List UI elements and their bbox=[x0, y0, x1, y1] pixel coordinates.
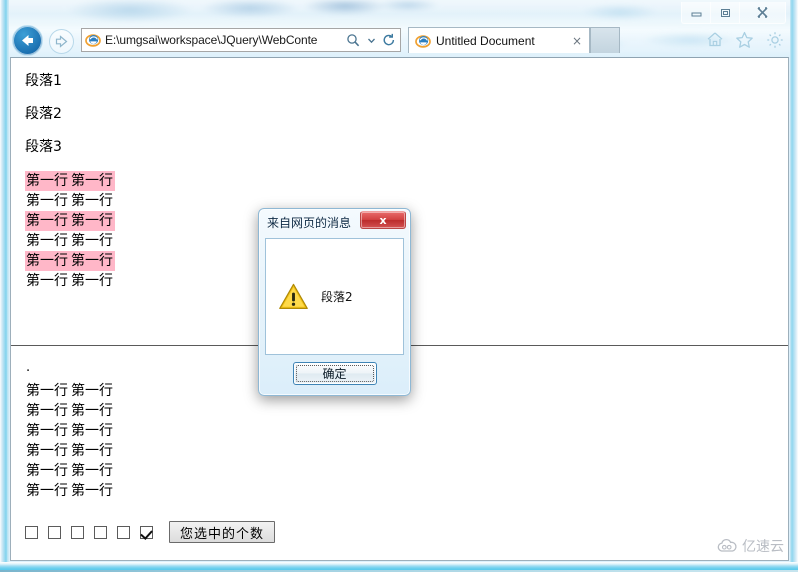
stray-dot: . bbox=[26, 360, 31, 375]
watermark-text: 亿速云 bbox=[742, 539, 784, 555]
table-cell: 第一行 bbox=[26, 463, 68, 479]
table-cell: 第一行 bbox=[71, 403, 113, 419]
table-row[interactable]: 第一行 第一行 bbox=[25, 211, 115, 231]
table-lower-body: 第一行 第一行 第一行 第一行 第一行 第一行 第一行 第一行 第一行 第一行 第一行 第一行 bbox=[25, 381, 115, 501]
refresh-icon[interactable] bbox=[380, 30, 398, 50]
table-cell: 第一行 bbox=[71, 443, 113, 459]
paragraph-1[interactable]: 段落1 bbox=[11, 73, 62, 89]
window-frame-right bbox=[790, 0, 798, 572]
table-row[interactable]: 第一行 第一行 bbox=[25, 171, 115, 191]
watermark: 亿速云 bbox=[716, 536, 784, 556]
table-cell: 第一行 bbox=[26, 193, 68, 209]
count-selected-button[interactable]: 您选中的个数 bbox=[169, 521, 276, 543]
paragraph-3[interactable]: 段落3 bbox=[11, 139, 62, 155]
table-cell: 第一行 bbox=[26, 383, 68, 399]
page-viewport: 段落1 段落2 段落3 第一行 第一行 第一行 第一行 第一行 第一行 第一行 第一行 第一行第… bbox=[10, 57, 789, 561]
table-cell: 第一行 bbox=[71, 193, 113, 209]
dialog-footer: 确定 bbox=[265, 357, 404, 390]
checkbox-3[interactable] bbox=[71, 525, 84, 539]
table-cell: 第一行 bbox=[25, 251, 70, 271]
table-row[interactable]: 第一行 第一行 bbox=[25, 251, 115, 271]
checkbox-4[interactable] bbox=[94, 525, 107, 539]
dialog-close-button[interactable]: x bbox=[360, 211, 406, 229]
close-icon bbox=[757, 7, 768, 18]
address-input[interactable]: E:\umgsai\workspace\JQuery\WebConte bbox=[105, 33, 344, 47]
window-caption-buttons bbox=[681, 2, 786, 24]
table-cell: 第一行 bbox=[71, 483, 113, 499]
tab-untitled-document[interactable]: Untitled Document × bbox=[408, 27, 590, 53]
close-button[interactable] bbox=[740, 2, 785, 23]
arrow-left-icon bbox=[22, 35, 33, 46]
table-cell: 第一行 bbox=[25, 211, 70, 231]
table-cell: 第一行 bbox=[26, 273, 68, 289]
table-cell: 第一行 bbox=[70, 211, 115, 231]
table-cell: 第一行 bbox=[26, 403, 68, 419]
dialog-title: 来自网页的消息 bbox=[267, 215, 352, 230]
table-row[interactable]: 第一行 第一行 bbox=[25, 441, 115, 461]
address-bar[interactable]: E:\umgsai\workspace\JQuery\WebConte bbox=[81, 28, 401, 52]
table-row[interactable]: 第一行 第一行 bbox=[25, 461, 115, 481]
table-lower: 第一行 第一行 第一行 第一行 第一行 第一行 第一行 第一行 第一行 第一行 第一行 第一行 bbox=[25, 381, 115, 501]
paragraph-2[interactable]: 段落2 bbox=[11, 106, 62, 122]
checkbox-5[interactable] bbox=[117, 525, 130, 539]
table-cell: 第一行 bbox=[26, 423, 68, 439]
dialog-titlebar: 来自网页的消息 x bbox=[259, 209, 410, 235]
restore-icon bbox=[720, 8, 730, 17]
chevron-down-icon[interactable] bbox=[362, 30, 380, 50]
minimize-icon bbox=[691, 12, 701, 17]
table-row[interactable]: 第一行 第一行 bbox=[25, 271, 115, 291]
table-row[interactable]: 第一行 第一行 bbox=[25, 381, 115, 401]
dialog-message: 段落2 bbox=[321, 290, 353, 304]
arrow-right-icon bbox=[55, 35, 68, 48]
dialog-ok-button[interactable]: 确定 bbox=[292, 362, 377, 385]
browser-toolbar: E:\umgsai\workspace\JQuery\WebConte Unti… bbox=[9, 25, 790, 56]
table-row[interactable]: 第一行 第一行 bbox=[25, 421, 115, 441]
table-row[interactable]: 第一行 第一行 bbox=[25, 191, 115, 211]
dialog-body: 段落2 bbox=[265, 238, 404, 355]
cloud-logo-icon bbox=[717, 538, 737, 552]
table-cell: 第一行 bbox=[71, 273, 113, 289]
table-row[interactable]: 第一行 第一行 bbox=[25, 481, 115, 501]
forward-button[interactable] bbox=[49, 29, 74, 54]
tab-title: Untitled Document bbox=[436, 33, 535, 48]
tab-close-icon[interactable]: × bbox=[569, 33, 585, 49]
new-tab-button[interactable] bbox=[590, 27, 620, 53]
table-cell: 第一行 bbox=[25, 171, 70, 191]
table-cell: 第一行 bbox=[26, 443, 68, 459]
table-cell: 第一行 bbox=[26, 233, 68, 249]
table-cell: 第一行 bbox=[71, 423, 113, 439]
table-row[interactable]: 第一行 第一行 bbox=[25, 401, 115, 421]
table-row[interactable]: 第一行 第一行 bbox=[25, 231, 115, 251]
search-icon[interactable] bbox=[344, 30, 362, 50]
table-cell: 第一行 bbox=[71, 463, 113, 479]
internet-explorer-icon bbox=[415, 34, 431, 48]
browser-window: E:\umgsai\workspace\JQuery\WebConte Unti… bbox=[0, 0, 798, 572]
favorites-icon[interactable] bbox=[734, 29, 755, 50]
restore-button[interactable] bbox=[711, 2, 740, 23]
window-frame-bottom bbox=[0, 562, 798, 572]
home-icon[interactable] bbox=[704, 29, 725, 50]
table-cell: 第一行 bbox=[70, 251, 115, 271]
webpage-message-dialog: 来自网页的消息 x 段落2 确定 bbox=[258, 208, 411, 396]
warning-icon bbox=[279, 283, 308, 310]
table-cell: 第一行 bbox=[71, 233, 113, 249]
table-cell: 第一行 bbox=[71, 383, 113, 399]
table-cell: 第一行 bbox=[70, 171, 115, 191]
table-cell: 第一行 bbox=[26, 483, 68, 499]
internet-explorer-icon bbox=[85, 34, 101, 47]
checkbox-1[interactable] bbox=[25, 525, 38, 539]
settings-icon[interactable] bbox=[764, 29, 785, 50]
checkbox-row: 您选中的个数 bbox=[25, 521, 276, 543]
table-upper-body: 第一行 第一行 第一行 第一行 第一行 第一行 第一行 第一行 第一行 第一行 第一行 第一行 bbox=[25, 171, 115, 291]
tab-strip: Untitled Document × bbox=[408, 27, 620, 53]
back-button[interactable] bbox=[12, 25, 43, 56]
browser-tool-icons bbox=[704, 29, 785, 50]
checkbox-2[interactable] bbox=[48, 525, 61, 539]
table-upper: 第一行 第一行 第一行 第一行 第一行 第一行 第一行 第一行 第一行 第一行 第一行 第一行 bbox=[25, 171, 115, 291]
checkbox-6[interactable] bbox=[140, 525, 153, 539]
minimize-button[interactable] bbox=[682, 2, 711, 23]
window-frame-left bbox=[0, 0, 9, 572]
